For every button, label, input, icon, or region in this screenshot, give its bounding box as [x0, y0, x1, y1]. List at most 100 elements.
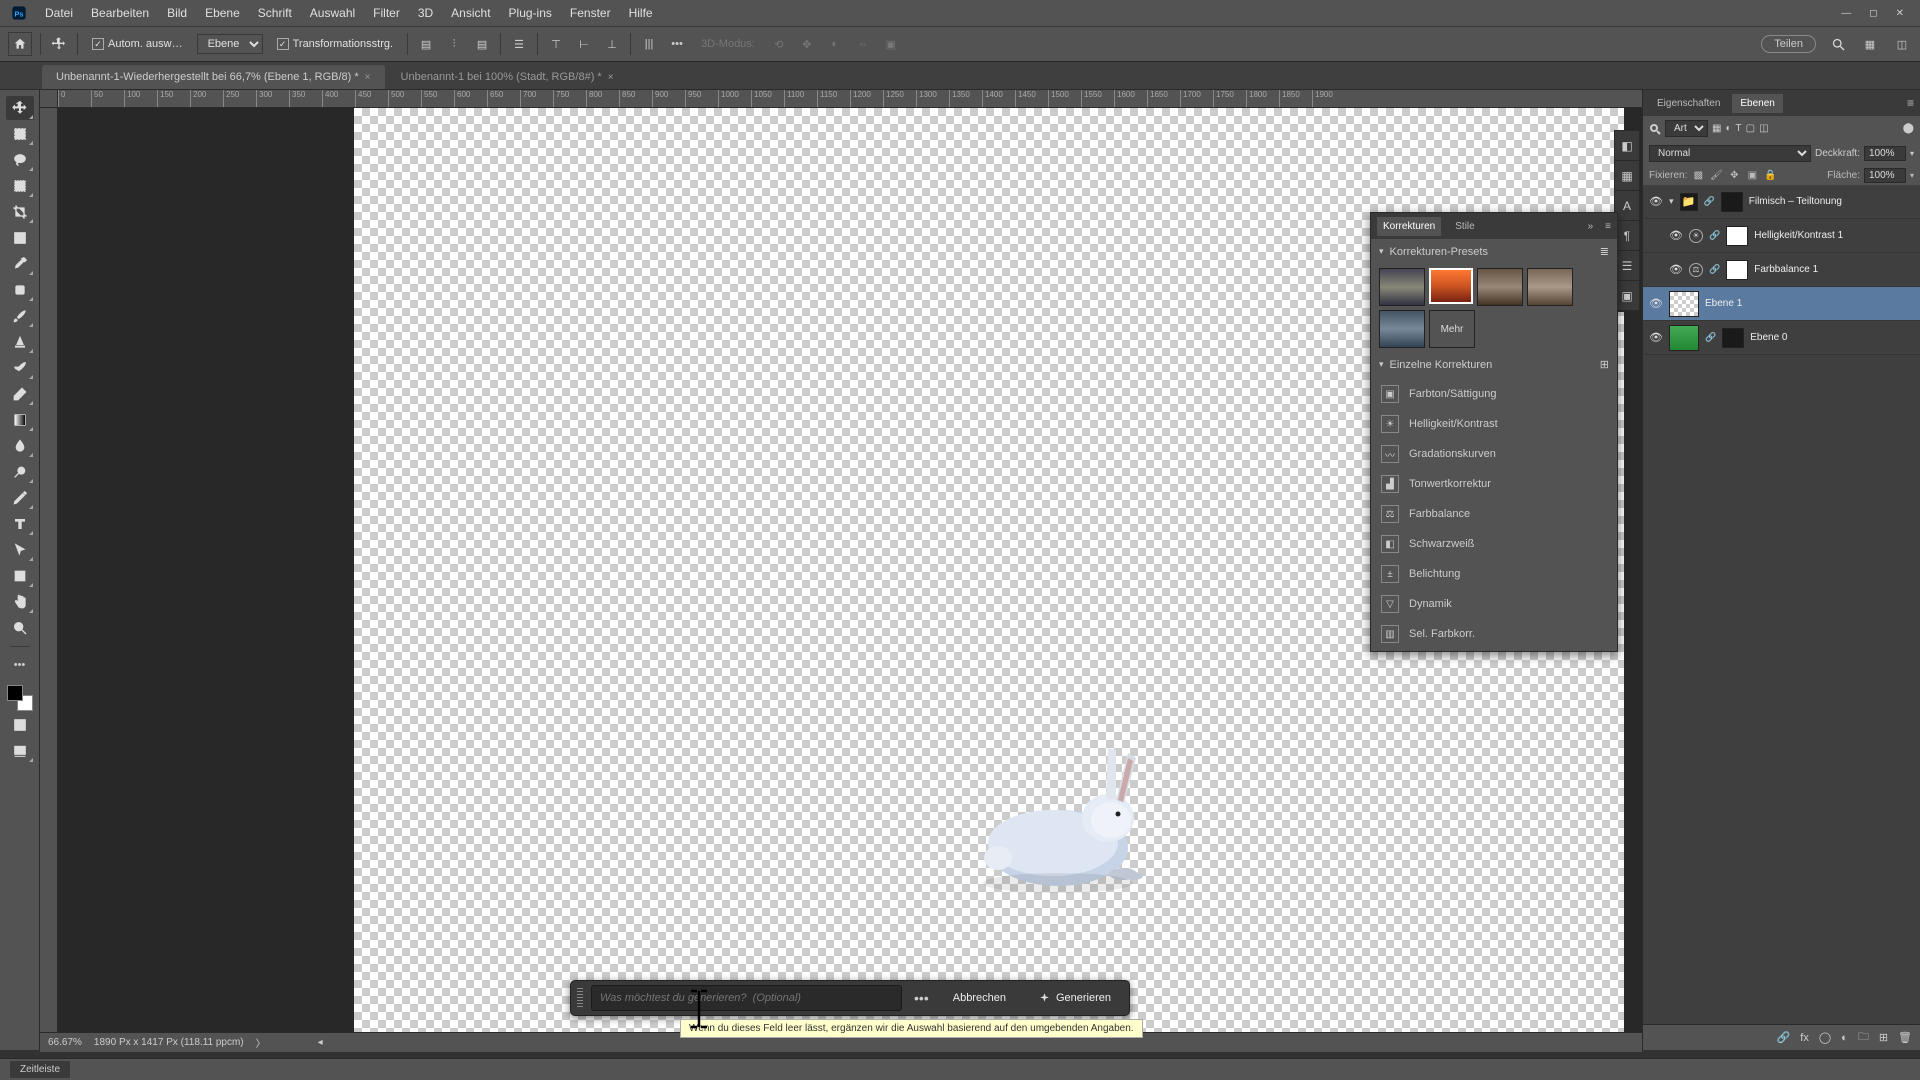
color-swatches[interactable] [7, 685, 33, 711]
layer-name[interactable]: Ebene 0 [1750, 332, 1787, 343]
pen-tool[interactable] [6, 486, 34, 510]
generate-button[interactable]: Generieren [1026, 986, 1123, 1011]
layer-mask-icon[interactable]: ◯ [1819, 1031, 1831, 1044]
preset-thumb[interactable] [1379, 310, 1425, 348]
align-center-h-icon[interactable]: ⫶ [444, 34, 464, 54]
new-layer-icon[interactable]: ⊞ [1879, 1031, 1888, 1044]
menu-edit[interactable]: Bearbeiten [82, 0, 158, 26]
menu-plugins[interactable]: Plug-ins [500, 0, 561, 26]
generative-prompt-input[interactable] [591, 985, 902, 1011]
chevron-down-icon[interactable]: ▾ [1669, 196, 1674, 207]
visibility-toggle-icon[interactable]: 👁 [1669, 229, 1683, 242]
eyedropper-tool[interactable] [6, 252, 34, 276]
distribute-v-icon[interactable]: ||| [639, 34, 659, 54]
filter-pixel-icon[interactable]: ▦ [1712, 123, 1721, 134]
visibility-toggle-icon[interactable]: 👁 [1649, 331, 1663, 344]
menu-help[interactable]: Hilfe [620, 0, 662, 26]
layer-name[interactable]: Helligkeit/Kontrast 1 [1754, 230, 1843, 241]
more-options-icon[interactable]: ••• [910, 990, 933, 1006]
align-left-icon[interactable]: ▤ [416, 34, 436, 54]
preset-thumb[interactable] [1477, 268, 1523, 306]
healing-brush-tool[interactable] [6, 278, 34, 302]
properties-tab[interactable]: Eigenschaften [1649, 94, 1728, 113]
blur-tool[interactable] [6, 434, 34, 458]
zoom-level[interactable]: 66.67% [48, 1037, 82, 1048]
search-icon[interactable] [1828, 34, 1848, 54]
opacity-chevron-icon[interactable]: ▾ [1910, 149, 1914, 158]
lock-all-icon[interactable]: 🔒 [1763, 169, 1777, 183]
distribute-icon[interactable]: ☰ [509, 34, 529, 54]
marquee-tool[interactable] [6, 122, 34, 146]
link-layers-icon[interactable]: 🔗 [1777, 1031, 1791, 1044]
ruler-origin[interactable] [40, 90, 58, 108]
close-icon[interactable]: × [365, 72, 371, 83]
menu-view[interactable]: Ansicht [442, 0, 499, 26]
layer-adjustment[interactable]: 👁 ⚖ 🔗 Farbbalance 1 [1643, 253, 1920, 287]
mask-thumbnail[interactable] [1722, 328, 1744, 348]
layer-thumbnail[interactable] [1669, 325, 1699, 351]
mask-thumbnail[interactable] [1726, 260, 1748, 280]
visibility-toggle-icon[interactable]: 👁 [1669, 263, 1683, 276]
filter-smart-icon[interactable]: ◫ [1759, 123, 1768, 134]
lasso-tool[interactable] [6, 148, 34, 172]
adj-color-balance[interactable]: ⚖Farbbalance [1371, 499, 1617, 529]
ruler-horizontal[interactable]: 0501001502002503003504004505005506006507… [58, 90, 1642, 108]
workspace-icon[interactable]: ▦ [1860, 34, 1880, 54]
info-chevron-icon[interactable]: 〉 [256, 1035, 266, 1050]
adj-selective-color[interactable]: ▥Sel. Farbkorr. [1371, 619, 1617, 649]
menu-window[interactable]: Fenster [561, 0, 620, 26]
arrange-icon[interactable]: ◫ [1892, 34, 1912, 54]
timeline-tab[interactable]: Zeitleiste [10, 1061, 70, 1078]
crop-tool[interactable] [6, 200, 34, 224]
align-right-icon[interactable]: ▤ [472, 34, 492, 54]
object-select-tool[interactable] [6, 174, 34, 198]
type-tool[interactable] [6, 512, 34, 536]
menu-file[interactable]: Datei [36, 0, 82, 26]
menu-image[interactable]: Bild [158, 0, 196, 26]
menu-type[interactable]: Schrift [249, 0, 301, 26]
adj-levels[interactable]: ▟Tonwertkorrektur [1371, 469, 1617, 499]
new-group-icon[interactable]: 🗀 [1858, 1028, 1869, 1047]
auto-select-target[interactable]: Ebene [197, 34, 263, 54]
lock-artboard-icon[interactable]: ▣ [1745, 169, 1759, 183]
move-tool[interactable] [6, 96, 34, 120]
scroll-left-icon[interactable]: ◂ [318, 1037, 323, 1048]
layer-fx-icon[interactable]: fx [1800, 1032, 1809, 1044]
brush-tool[interactable] [6, 304, 34, 328]
adj-brightness-contrast[interactable]: ☀Helligkeit/Kontrast [1371, 409, 1617, 439]
document-tab[interactable]: Unbenannt-1 bei 100% (Stadt, RGB/8#) *× [387, 65, 628, 89]
quick-mask-icon[interactable] [6, 713, 34, 737]
filter-adjust-icon[interactable]: ◐ [1725, 123, 1731, 134]
layers-tab[interactable]: Ebenen [1732, 94, 1782, 113]
new-adjustment-icon[interactable]: ◐ [1841, 1032, 1848, 1044]
auto-select-checkbox[interactable]: Autom. ausw… [86, 35, 189, 53]
lock-pixels-icon[interactable]: 🖌 [1709, 169, 1723, 183]
filter-type-icon[interactable]: T [1736, 123, 1742, 134]
menu-filter[interactable]: Filter [364, 0, 409, 26]
styles-tab[interactable]: Stile [1449, 217, 1480, 236]
preset-thumb-selected[interactable] [1429, 268, 1473, 304]
edit-toolbar-icon[interactable]: ••• [6, 653, 34, 677]
opacity-input[interactable] [1864, 146, 1906, 161]
delete-layer-icon[interactable]: 🗑 [1898, 1031, 1912, 1044]
mask-thumbnail[interactable] [1721, 192, 1743, 212]
home-button[interactable] [8, 32, 32, 56]
eraser-tool[interactable] [6, 382, 34, 406]
color-panel-icon[interactable]: ◧ [1615, 131, 1639, 161]
screen-mode-icon[interactable] [6, 739, 34, 763]
mask-thumbnail[interactable] [1726, 226, 1748, 246]
clone-stamp-tool[interactable] [6, 330, 34, 354]
adj-black-white[interactable]: ◧Schwarzweiß [1371, 529, 1617, 559]
collapse-panel-icon[interactable]: » [1588, 221, 1594, 232]
zoom-tool[interactable] [6, 616, 34, 640]
swatches-panel-icon[interactable]: ▦ [1615, 161, 1639, 191]
menu-3d[interactable]: 3D [409, 0, 442, 26]
window-minimize-icon[interactable]: — [1841, 8, 1851, 19]
hand-tool[interactable] [6, 590, 34, 614]
menu-layer[interactable]: Ebene [196, 0, 249, 26]
layer-adjustment[interactable]: 👁 ☀ 🔗 Helligkeit/Kontrast 1 [1643, 219, 1920, 253]
frame-tool[interactable] [6, 226, 34, 250]
align-bottom-icon[interactable]: ⊥ [602, 34, 622, 54]
list-view-icon[interactable]: ≣ [1600, 245, 1609, 258]
path-select-tool[interactable] [6, 538, 34, 562]
